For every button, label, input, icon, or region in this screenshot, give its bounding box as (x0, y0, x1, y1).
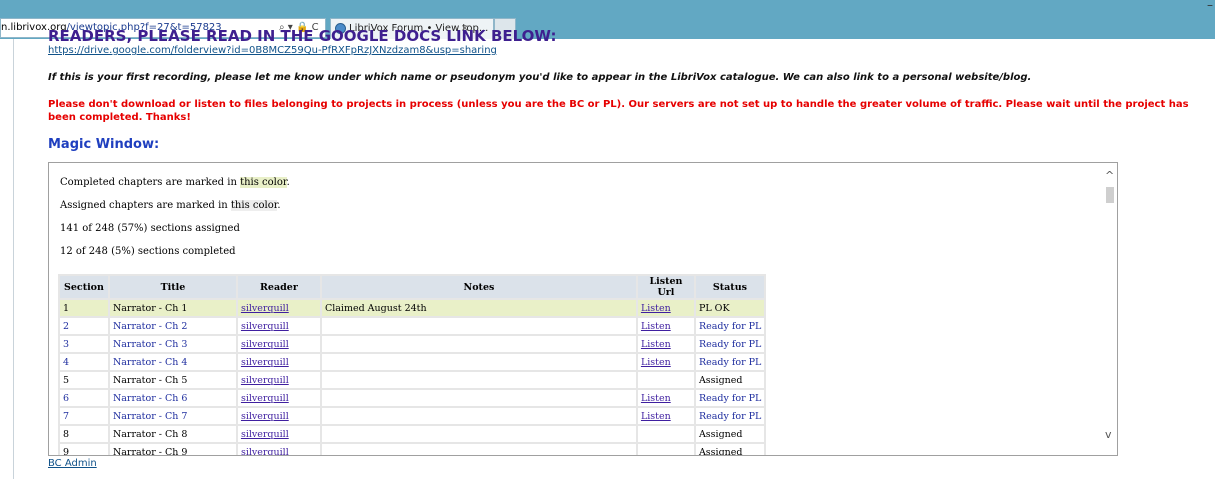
cell-title: Narrator - Ch 9 (109, 444, 236, 455)
cell-notes (321, 408, 636, 424)
cell-title: Narrator - Ch 4 (109, 354, 236, 370)
bc-admin-link[interactable]: BC Admin (48, 458, 97, 469)
reader-link[interactable]: silverquill (241, 411, 289, 422)
cell-status: Ready for PL (695, 354, 764, 370)
listen-link[interactable]: Listen (641, 303, 671, 314)
completed-swatch: this color (240, 177, 287, 188)
cell-listen (637, 372, 694, 388)
cell-title: Narrator - Ch 5 (109, 372, 236, 388)
header-notes: Notes (321, 276, 636, 298)
reader-link[interactable]: silverquill (241, 375, 289, 386)
header-section: Section (60, 276, 108, 298)
window-minimize-icon[interactable]: – (1207, 0, 1213, 12)
cell-notes (321, 336, 636, 352)
table-row: 3 Narrator - Ch 3 silverquill Listen Rea… (60, 336, 764, 352)
cell-notes (321, 390, 636, 406)
reader-link[interactable]: silverquill (241, 429, 289, 440)
assigned-count: 141 of 248 (57%) sections assigned (60, 223, 240, 234)
cell-listen (637, 444, 694, 455)
reader-link[interactable]: silverquill (241, 447, 289, 456)
table-row: 6 Narrator - Ch 6 silverquill Listen Rea… (60, 390, 764, 406)
cell-section: 6 (60, 390, 108, 406)
cell-title: Narrator - Ch 2 (109, 318, 236, 334)
download-warning: Please don't download or listen to files… (48, 99, 1189, 123)
assigned-legend: Assigned chapters are marked in this col… (60, 200, 281, 211)
magic-window[interactable]: Completed chapters are marked in this co… (48, 162, 1118, 456)
scroll-thumb[interactable] (1106, 187, 1114, 203)
cell-status: PL OK (695, 300, 764, 316)
first-recording-note: If this is your first recording, please … (48, 72, 1032, 83)
cell-title: Narrator - Ch 1 (109, 300, 236, 316)
listen-link[interactable]: Listen (641, 339, 671, 350)
reader-link[interactable]: silverquill (241, 303, 289, 314)
cell-status: Ready for PL (695, 390, 764, 406)
listen-link[interactable]: Listen (641, 411, 671, 422)
header-status: Status (695, 276, 764, 298)
cell-section: 7 (60, 408, 108, 424)
magic-window-title: Magic Window: (48, 137, 160, 152)
cell-section: 2 (60, 318, 108, 334)
header-reader: Reader (237, 276, 320, 298)
cell-status: Ready for PL (695, 408, 764, 424)
completed-legend: Completed chapters are marked in this co… (60, 177, 290, 188)
table-row: 4 Narrator - Ch 4 silverquill Listen Rea… (60, 354, 764, 370)
assigned-swatch: this color (230, 200, 278, 211)
table-header-row: Section Title Reader Notes Listen Url St… (60, 276, 764, 298)
cell-notes (321, 426, 636, 442)
table-row: 8 Narrator - Ch 8 silverquill Assigned (60, 426, 764, 442)
reader-link[interactable]: silverquill (241, 393, 289, 404)
cell-section: 5 (60, 372, 108, 388)
cell-section: 4 (60, 354, 108, 370)
table-row: 1 Narrator - Ch 1 silverquill Claimed Au… (60, 300, 764, 316)
cell-notes (321, 318, 636, 334)
cell-status: Assigned (695, 444, 764, 455)
cell-title: Narrator - Ch 6 (109, 390, 236, 406)
cell-section: 8 (60, 426, 108, 442)
cell-status: Assigned (695, 372, 764, 388)
table-row: 5 Narrator - Ch 5 silverquill Assigned (60, 372, 764, 388)
table-row: 7 Narrator - Ch 7 silverquill Listen Rea… (60, 408, 764, 424)
reader-link[interactable]: silverquill (241, 321, 289, 332)
cell-notes (321, 444, 636, 455)
magic-window-scrollbar[interactable]: ^ v (1103, 163, 1117, 455)
page-left-border (13, 39, 14, 479)
cell-notes (321, 354, 636, 370)
cell-status: Ready for PL (695, 318, 764, 334)
cell-status: Assigned (695, 426, 764, 442)
cell-title: Narrator - Ch 3 (109, 336, 236, 352)
header-listen-url: Listen Url (637, 276, 694, 298)
cell-title: Narrator - Ch 7 (109, 408, 236, 424)
listen-link[interactable]: Listen (641, 393, 671, 404)
header-title: Title (109, 276, 236, 298)
google-drive-link[interactable]: https://drive.google.com/folderview?id=0… (48, 45, 497, 56)
chapter-table: Section Title Reader Notes Listen Url St… (58, 274, 766, 456)
table-row: 2 Narrator - Ch 2 silverquill Listen Rea… (60, 318, 764, 334)
reader-link[interactable]: silverquill (241, 357, 289, 368)
cell-section: 9 (60, 444, 108, 455)
scroll-up-icon[interactable]: ^ (1105, 169, 1114, 182)
completed-count: 12 of 248 (5%) sections completed (60, 246, 236, 257)
scroll-down-icon[interactable]: v (1105, 428, 1112, 441)
cell-section: 1 (60, 300, 108, 316)
cell-listen (637, 426, 694, 442)
table-row: 9 Narrator - Ch 9 silverquill Assigned (60, 444, 764, 456)
listen-link[interactable]: Listen (641, 357, 671, 368)
cell-notes (321, 372, 636, 388)
cell-notes: Claimed August 24th (321, 300, 636, 316)
cell-status: Ready for PL (695, 336, 764, 352)
readers-heading: READERS, PLEASE READ IN THE GOOGLE DOCS … (48, 27, 557, 45)
cell-section: 3 (60, 336, 108, 352)
reader-link[interactable]: silverquill (241, 339, 289, 350)
listen-link[interactable]: Listen (641, 321, 671, 332)
cell-title: Narrator - Ch 8 (109, 426, 236, 442)
